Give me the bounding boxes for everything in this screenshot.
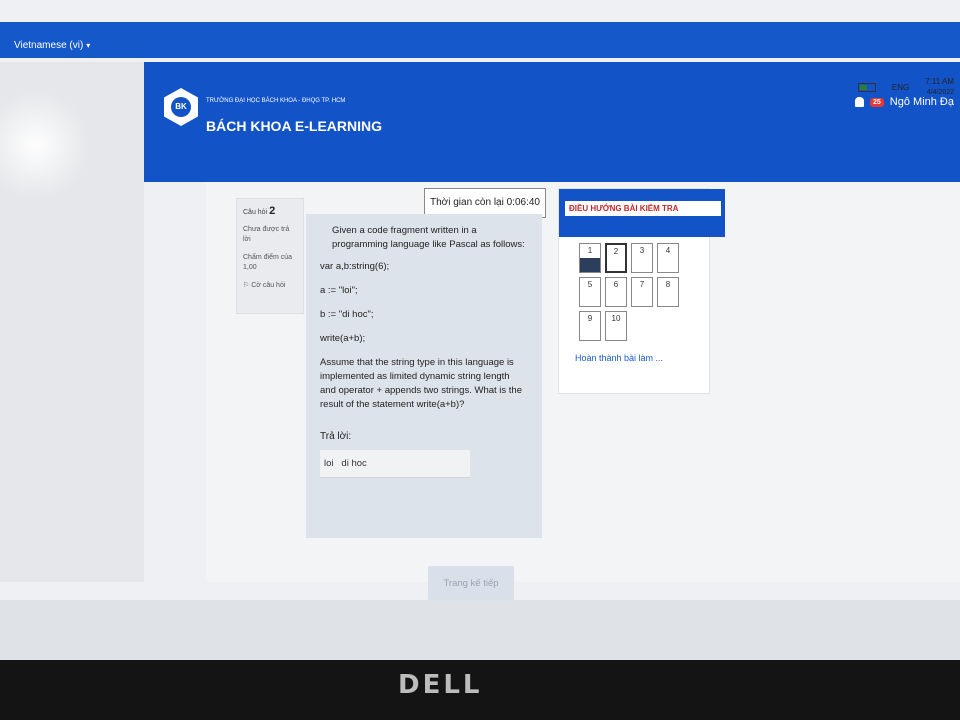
question-nav-number: 5 xyxy=(587,280,593,289)
question-nav-number: 8 xyxy=(665,280,671,289)
question-status: Chưa được trả lời xyxy=(243,226,290,243)
question-nav-number: 4 xyxy=(665,246,671,255)
flag-icon: ⚐ xyxy=(243,282,250,289)
answer-input[interactable] xyxy=(320,450,470,478)
code-line: b := "di hoc"; xyxy=(320,309,374,320)
clock[interactable]: 7:11 AM 4/4/2022 xyxy=(925,76,954,98)
taskbar xyxy=(0,600,960,660)
code-line: a := "loi"; xyxy=(320,285,358,296)
question-nav-button-5[interactable]: 5 xyxy=(579,277,601,307)
question-nav-button-4[interactable]: 4 xyxy=(657,243,679,273)
question-body: Assume that the string type in this lang… xyxy=(320,357,522,410)
site-header: BK TRƯỜNG ĐẠI HỌC BÁCH KHOA - ĐHQG TP. H… xyxy=(144,62,960,182)
screen: Vietnamese (vi) ▾ BK TRƯỜNG ĐẠI HỌC BÁCH … xyxy=(0,0,960,600)
code-line: write(a+b); xyxy=(320,333,366,344)
question-nav-button-9[interactable]: 9 xyxy=(579,311,601,341)
question-box: Given a code fragment written in a progr… xyxy=(306,214,542,538)
bell-icon[interactable] xyxy=(855,97,864,107)
question-nav-button-1[interactable]: 1 xyxy=(579,243,601,273)
quiz-navigation-header: ĐIỀU HƯỚNG BÀI KIỂM TRA xyxy=(559,189,725,237)
question-label: Câu hỏi xyxy=(243,209,268,216)
question-info: Câu hỏi 2 Chưa được trả lời Chấm điểm củ… xyxy=(236,198,304,314)
school-subtitle: TRƯỜNG ĐẠI HỌC BÁCH KHOA - ĐHQG TP. HCM xyxy=(206,98,346,104)
notification-badge[interactable]: 25 xyxy=(870,97,884,107)
answered-indicator xyxy=(580,258,600,272)
next-page-button[interactable]: Trang kế tiếp xyxy=(428,566,514,600)
quiz-navigation: ĐIỀU HƯỚNG BÀI KIỂM TRA 1 2 3 4 5 6 7 8 … xyxy=(558,188,725,394)
monitor-bezel: DELL xyxy=(0,660,960,720)
quiz-navigation-title: ĐIỀU HƯỚNG BÀI KIỂM TRA xyxy=(565,201,721,216)
question-marks: Chấm điểm của 1,00 xyxy=(243,254,293,271)
question-nav-button-3[interactable]: 3 xyxy=(631,243,653,273)
question-nav-number: 6 xyxy=(613,280,619,289)
question-nav-button-8[interactable]: 8 xyxy=(657,277,679,307)
system-tray: ENG 7:11 AM 4/4/2022 xyxy=(857,76,954,98)
code-block: var a,b:string(6); a := "loi"; b := "di … xyxy=(320,260,528,346)
flag-label: Cờ câu hỏi xyxy=(251,282,286,289)
finish-attempt-link[interactable]: Hoàn thành bài làm ... xyxy=(575,353,663,363)
question-intro: Given a code fragment written in a progr… xyxy=(332,225,525,250)
answer-label: Trả lời: xyxy=(320,431,352,442)
code-line: var a,b:string(6); xyxy=(320,261,390,272)
input-language[interactable]: ENG xyxy=(892,83,909,92)
screen-glare xyxy=(0,90,90,200)
question-nav-number: 9 xyxy=(587,314,593,323)
question-number: Câu hỏi 2 xyxy=(243,205,297,217)
clock-date: 4/4/2022 xyxy=(926,89,954,96)
site-title[interactable]: BÁCH KHOA E-LEARNING xyxy=(206,118,382,134)
school-logo-icon[interactable]: BK xyxy=(164,88,198,126)
question-nav-button-2[interactable]: 2 xyxy=(605,243,627,273)
language-label: Vietnamese (vi) xyxy=(14,40,84,51)
question-nav-button-7[interactable]: 7 xyxy=(631,277,653,307)
question-nav-number: 1 xyxy=(587,246,593,255)
language-menu[interactable]: Vietnamese (vi) ▾ xyxy=(14,40,90,51)
flag-question-link[interactable]: ⚐ Cờ câu hỏi xyxy=(243,281,297,291)
dell-logo: DELL xyxy=(398,670,483,700)
caret-down-icon: ▾ xyxy=(86,41,91,50)
question-nav-button-6[interactable]: 6 xyxy=(605,277,627,307)
question-nav-number: 10 xyxy=(611,314,621,323)
question-nav-number: 2 xyxy=(613,247,619,256)
question-nav-button-10[interactable]: 10 xyxy=(605,311,627,341)
battery-icon[interactable] xyxy=(857,82,876,92)
question-number-value: 2 xyxy=(269,205,276,217)
top-bar: Vietnamese (vi) ▾ xyxy=(0,22,960,58)
logo-text: BK xyxy=(171,97,191,117)
question-nav-number: 3 xyxy=(639,246,645,255)
question-nav-number: 7 xyxy=(639,280,645,289)
clock-time: 7:11 AM xyxy=(925,77,954,86)
